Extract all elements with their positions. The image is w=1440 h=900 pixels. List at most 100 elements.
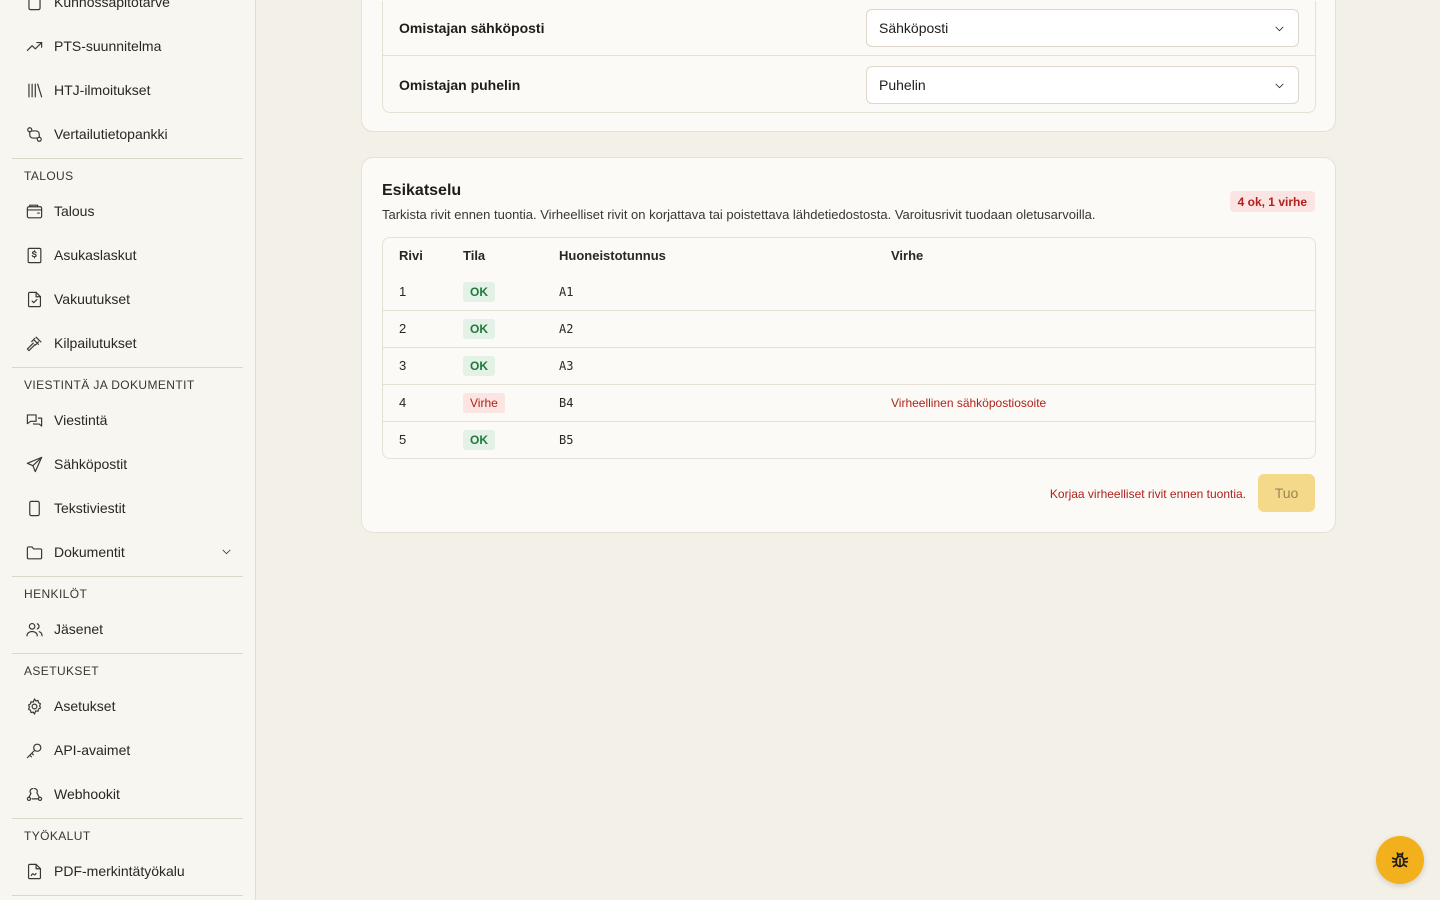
table-row: 5 OK B5: [383, 422, 1315, 458]
sidebar-item-pdf-merkintatyokalu[interactable]: PDF-merkintätyökalu: [12, 851, 243, 891]
sidebar-item-label: Viestintä: [54, 412, 108, 428]
chevron-down-icon: [1273, 79, 1286, 95]
folder-icon: [24, 542, 44, 562]
status-badge: OK: [463, 430, 495, 450]
key-icon: [24, 740, 44, 760]
sidebar-item-webhookit[interactable]: Webhookit: [12, 774, 243, 814]
chevron-down-icon: [1273, 22, 1286, 38]
sidebar-item-label: Jäsenet: [54, 621, 104, 637]
sidebar-item-label: Vertailutietopankki: [54, 126, 168, 142]
unit-id: B4: [559, 396, 574, 410]
sidebar-item-label: PTS-suunnitelma: [54, 38, 162, 54]
sidebar-item-label: Dokumentit: [54, 544, 125, 560]
sidebar-item-label: Talous: [54, 203, 95, 219]
sidebar-item-talous[interactable]: Talous: [12, 191, 243, 231]
section-title-viestinta: VIESTINTÄ JA DOKUMENTIT: [24, 378, 195, 392]
sidebar-item-viestinta[interactable]: Viestintä: [12, 400, 243, 440]
sidebar-item-dokumentit[interactable]: Dokumentit: [12, 532, 243, 572]
preview-description: Tarkista rivit ennen tuontia. Virheellis…: [382, 207, 1096, 222]
bug-report-button[interactable]: [1376, 836, 1424, 884]
bug-icon: [1389, 849, 1411, 871]
sidebar-divider: [12, 818, 243, 819]
chat-icon: [24, 410, 44, 430]
section-title-talous: TALOUS: [24, 169, 74, 183]
chevron-down-icon[interactable]: [220, 545, 233, 561]
owner-email-row: Omistajan sähköposti Sähköposti: [383, 1, 1315, 56]
gear-icon: [24, 696, 44, 716]
row-number: 3: [399, 358, 407, 373]
sidebar-item-kunnossapitotarve[interactable]: Kunnossapitotarve: [12, 0, 243, 22]
sidebar-item-label: API-avaimet: [54, 742, 131, 758]
sidebar-item-label: Vakuutukset: [54, 291, 131, 307]
status-badge: Virhe: [463, 393, 505, 413]
webhook-icon: [24, 784, 44, 804]
sidebar-divider: [12, 158, 243, 159]
sidebar-item-label: Asukaslaskut: [54, 247, 137, 263]
owner-phone-select[interactable]: Puhelin: [866, 65, 1299, 104]
preview-title: Esikatselu: [382, 182, 462, 199]
column-header-huoneistotunnus: Huoneistotunnus: [559, 248, 666, 263]
owner-mapping-card: Omistajan sähköposti Sähköposti Omistaja…: [361, 0, 1336, 132]
sidebar-divider: [12, 653, 243, 654]
section-title-henkilot: HENKILÖT: [24, 587, 88, 601]
file-signature-icon: [24, 861, 44, 881]
sidebar-item-label: PDF-merkintätyökalu: [54, 863, 185, 879]
column-header-rivi: Rivi: [399, 248, 423, 263]
sidebar-divider: [12, 895, 243, 896]
table-row: 3 OK A3: [383, 348, 1315, 385]
preview-card: Esikatselu Tarkista rivit ennen tuontia.…: [361, 157, 1336, 533]
section-title-tyokalut: TYÖKALUT: [24, 829, 91, 843]
column-header-tila: Tila: [463, 248, 486, 263]
import-blocked-message: Korjaa virheelliset rivit ennen tuontia.: [1049, 487, 1246, 501]
summary-badge: 4 ok, 1 virhe: [1229, 191, 1315, 212]
sidebar-item-asetukset[interactable]: Asetukset: [12, 686, 243, 726]
unit-id: B5: [559, 433, 574, 447]
unit-id: A2: [559, 322, 574, 336]
table-row: 4 Virhe B4 Virheellinen sähköpostiosoite: [383, 385, 1315, 422]
sidebar-divider: [12, 367, 243, 368]
sidebar-item-label: HTJ-ilmoitukset: [54, 82, 151, 98]
send-icon: [24, 454, 44, 474]
gavel-icon: [24, 333, 44, 353]
row-number: 2: [399, 321, 407, 336]
status-badge: OK: [463, 356, 495, 376]
invoice-icon: [24, 245, 44, 265]
wallet-icon: [24, 201, 44, 221]
sidebar-item-label: Sähköpostit: [54, 456, 128, 472]
trending-up-icon: [24, 36, 44, 56]
sidebar-item-sahkopostit[interactable]: Sähköpostit: [12, 444, 243, 484]
import-button[interactable]: Tuo: [1258, 474, 1315, 512]
sidebar-item-tekstiviestit[interactable]: Tekstiviestit: [12, 488, 243, 528]
insurance-file-icon: [24, 289, 44, 309]
section-title-asetukset: ASETUKSET: [24, 664, 99, 678]
preview-table: Rivi Tila Huoneistotunnus Virhe 1 OK A1 …: [382, 237, 1316, 459]
sidebar-item-vakuutukset[interactable]: Vakuutukset: [12, 279, 243, 319]
owner-phone-label: Omistajan puhelin: [399, 76, 521, 93]
owner-email-select[interactable]: Sähköposti: [866, 9, 1299, 47]
status-badge: OK: [463, 319, 495, 339]
phone-icon: [24, 498, 44, 518]
status-badge: OK: [463, 282, 495, 302]
sidebar-item-label: Kilpailutukset: [54, 335, 137, 351]
users-icon: [24, 619, 44, 639]
sidebar-item-vertailutietopankki[interactable]: Vertailutietopankki: [12, 114, 243, 154]
sidebar-item-pts-suunnitelma[interactable]: PTS-suunnitelma: [12, 26, 243, 66]
sidebar-item-asukaslaskut[interactable]: Asukaslaskut: [12, 235, 243, 275]
clipboard-icon: [24, 0, 44, 12]
sidebar-item-label: Asetukset: [54, 698, 116, 714]
owner-mapping-table: Omistajan sähköposti Sähköposti Omistaja…: [382, 1, 1316, 113]
sidebar: Kunnossapitotarve PTS-suunnitelma HTJ-il…: [0, 0, 256, 900]
row-number: 5: [399, 432, 407, 447]
unit-id: A1: [559, 285, 574, 299]
owner-email-select-value: Sähköposti: [879, 20, 949, 36]
sidebar-divider: [12, 576, 243, 577]
unit-id: A3: [559, 359, 574, 373]
sidebar-item-jasenet[interactable]: Jäsenet: [12, 609, 243, 649]
row-error: Virheellinen sähköpostiosoite: [891, 396, 1047, 410]
sidebar-item-htj-ilmoitukset[interactable]: HTJ-ilmoitukset: [12, 70, 243, 110]
sidebar-item-api-avaimet[interactable]: API-avaimet: [12, 730, 243, 770]
sidebar-item-kilpailutukset[interactable]: Kilpailutukset: [12, 323, 243, 363]
row-number: 4: [399, 395, 407, 410]
row-number: 1: [399, 284, 407, 299]
column-header-virhe: Virhe: [891, 248, 924, 263]
